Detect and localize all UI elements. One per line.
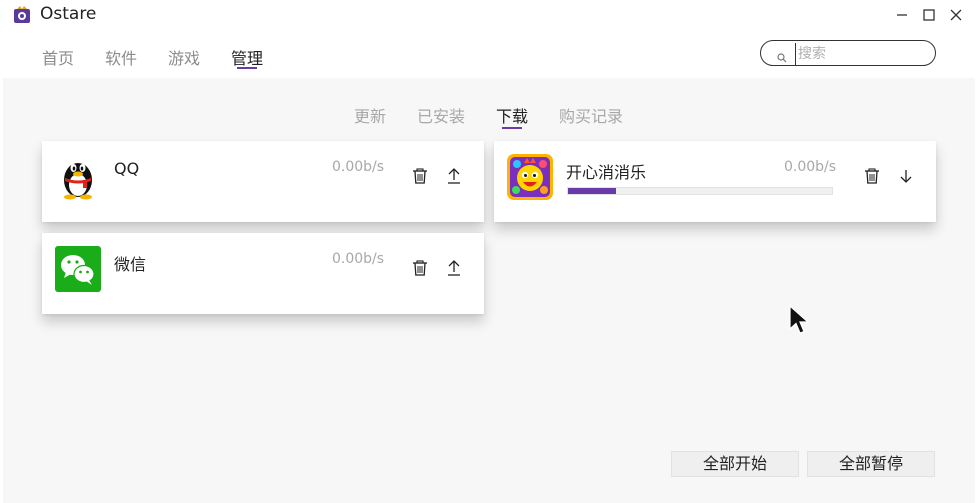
ostare-logo-icon [13, 6, 31, 24]
start-all-button[interactable]: 全部开始 [671, 451, 799, 477]
upload-icon[interactable] [445, 259, 463, 277]
app-title: Ostare [40, 4, 97, 24]
maximize-icon[interactable] [919, 5, 939, 25]
nav-active-indicator [237, 67, 257, 69]
download-icon[interactable] [897, 167, 915, 185]
app-name: 微信 [114, 255, 147, 274]
search-icon [777, 48, 787, 67]
upload-icon[interactable] [445, 167, 463, 185]
download-progress-fill [568, 188, 616, 194]
search-input[interactable] [795, 43, 928, 65]
close-icon[interactable] [946, 5, 966, 25]
download-speed: 0.00b/s [784, 159, 837, 175]
app-name: 开心消消乐 [566, 163, 647, 182]
kaixin-xiaoxiaole-game-icon [507, 154, 553, 200]
download-card-qq: QQ 0.00b/s [42, 141, 484, 222]
pause-all-button[interactable]: 全部暂停 [807, 451, 935, 477]
nav-item-home[interactable]: 首页 [42, 45, 74, 69]
download-speed: 0.00b/s [332, 159, 385, 175]
search-box[interactable] [760, 40, 936, 66]
trash-icon[interactable] [411, 167, 429, 185]
trash-icon[interactable] [863, 167, 881, 185]
tab-purchase-history[interactable]: 购买记录 [559, 103, 623, 127]
nav-item-games[interactable]: 游戏 [168, 45, 200, 69]
subtab-active-indicator [502, 127, 522, 129]
title-bar: Ostare [0, 0, 976, 30]
download-card-xiaoxiaole: 开心消消乐 0.00b/s [494, 141, 936, 222]
tab-downloads[interactable]: 下载 [496, 103, 528, 127]
qq-penguin-icon [55, 154, 101, 200]
app-name: QQ [114, 159, 140, 178]
minimize-icon[interactable] [892, 5, 912, 25]
download-card-wechat: 微信 0.00b/s [42, 233, 484, 314]
wechat-icon [55, 246, 101, 292]
manage-subtabs: 更新 已安装 下载 购买记录 [0, 103, 976, 133]
mouse-pointer-icon [789, 304, 811, 341]
nav-item-software[interactable]: 软件 [105, 45, 137, 69]
tab-installed[interactable]: 已安装 [417, 103, 465, 127]
download-speed: 0.00b/s [332, 251, 385, 267]
trash-icon[interactable] [411, 259, 429, 277]
download-progress-bar [567, 187, 833, 195]
top-nav: 首页 软件 游戏 管理 [0, 30, 976, 78]
nav-item-manage[interactable]: 管理 [231, 45, 263, 69]
tab-updates[interactable]: 更新 [354, 103, 386, 127]
